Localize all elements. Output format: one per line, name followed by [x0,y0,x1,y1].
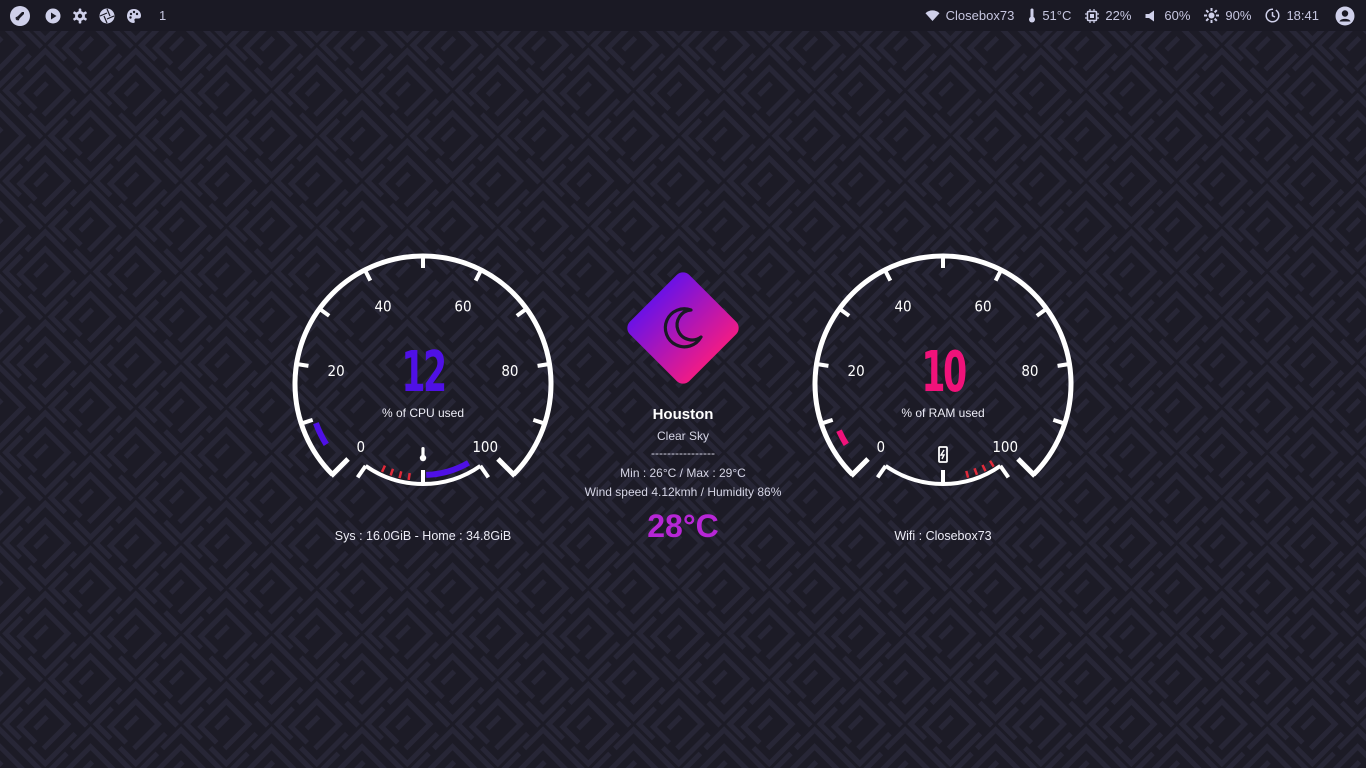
clock-icon [1265,8,1281,23]
brightness-icon [1204,8,1220,23]
cpu-sub-cap-left [355,464,368,479]
ram-tick-label: 0 [876,438,885,456]
moon-icon [627,272,739,384]
ram-danger-tick [981,464,987,472]
cpu-tick [296,362,309,368]
ram-danger-tick [988,460,995,468]
play-icon[interactable] [45,8,61,24]
ram-tick [1057,362,1070,368]
ram-tick-label: 60 [974,298,991,316]
weather-min-max: Min : 26°C / Max : 29°C [620,466,746,480]
thermometer-icon-bulb [419,454,427,462]
ram-sub-cap-left [875,464,888,479]
ram-tick [820,417,834,426]
weather-city: Houston [652,406,714,423]
cpu-gauge-label: % of CPU used [381,406,465,420]
volume-value: 60% [1164,8,1191,23]
ram-danger-tick [973,467,979,476]
ram-sub-cap-right [998,464,1011,479]
cpu-danger-tick [389,468,395,476]
ram-tick [883,269,893,282]
cpu-tick-label: 20 [327,362,344,380]
cpu-gauge-value: 12 [401,340,447,405]
cpu-tick [318,307,331,318]
ram-tick [1035,307,1048,318]
weather-condition: Clear Sky [656,429,709,443]
cpu-danger-tick [380,465,387,473]
ram-tick-label: 20 [847,362,864,380]
temperature-status[interactable]: 51°C [1028,8,1071,23]
cpu-tick [532,417,546,426]
cpu-tick [363,269,373,282]
ram-tick [816,362,829,368]
wifi-status[interactable]: Closebox73 [925,8,1015,23]
settings-icon[interactable] [72,8,88,24]
disk-usage-caption: Sys : 16.0GiB - Home : 34.8GiB [334,529,512,543]
volume-icon [1145,10,1155,21]
ram-gauge-value: 10 [921,340,967,405]
palette-icon[interactable] [126,8,142,24]
wifi-name: Closebox73 [945,8,1015,23]
weather-separator: ---------------- [651,446,715,460]
thermometer-icon [1029,8,1036,23]
cpu-tick-label: 0 [356,438,365,456]
brightness-value: 90% [1225,8,1252,23]
volume-status[interactable]: 60% [1145,8,1190,23]
workspace-number[interactable]: 1 [159,8,166,23]
cpu-tick-label: 60 [454,298,471,316]
ram-tick [1052,417,1066,426]
cpu-tick-label: 80 [501,362,518,380]
cpu-value: 22% [1105,8,1132,23]
cpu-tick [300,417,314,426]
weather-temperature: 28°C [647,508,719,544]
cpu-tick-label: 100 [472,438,498,456]
weather-wind-humidity: Wind speed 4.12kmh / Humidity 86% [584,485,782,499]
ram-tick-label: 100 [992,438,1018,456]
ram-tick [838,307,851,318]
cpu-tick [515,307,528,318]
ram-tick-label: 40 [894,298,911,316]
ram-tick [993,269,1003,282]
rocket-icon[interactable] [9,5,31,27]
cpu-level-arc [313,422,329,446]
cpu-temp-arc [426,460,470,478]
cpu-danger-tick [407,472,411,481]
ram-danger-tick [965,470,970,479]
top-panel: 1 Closebox73 51°C 22% 60% 90% 18:41 [0,0,1366,31]
cpu-icon [1085,8,1100,23]
user-icon[interactable] [1335,6,1355,26]
cpu-tick [537,362,550,368]
ram-gauge-label: % of RAM used [901,406,985,420]
temperature-value: 51°C [1042,8,1072,23]
cpu-sub-cap-right [478,464,491,479]
top-panel-right: Closebox73 51°C 22% 60% 90% 18:41 [911,0,1366,31]
battery-bolt-icon [939,449,946,460]
top-panel-left: 1 [0,0,166,31]
wifi-caption: Wifi : Closebox73 [894,529,992,543]
brightness-status[interactable]: 90% [1204,8,1251,23]
cpu-tick-label: 40 [374,298,391,316]
clock[interactable]: 18:41 [1265,8,1319,23]
aperture-icon[interactable] [99,8,115,24]
cpu-status[interactable]: 22% [1085,8,1131,23]
ram-level-arc [836,429,849,446]
cpu-danger-tick [398,471,403,479]
ram-tick-label: 80 [1021,362,1038,380]
wifi-icon [925,9,940,21]
clock-time: 18:41 [1286,8,1319,23]
cpu-tick [473,269,483,282]
